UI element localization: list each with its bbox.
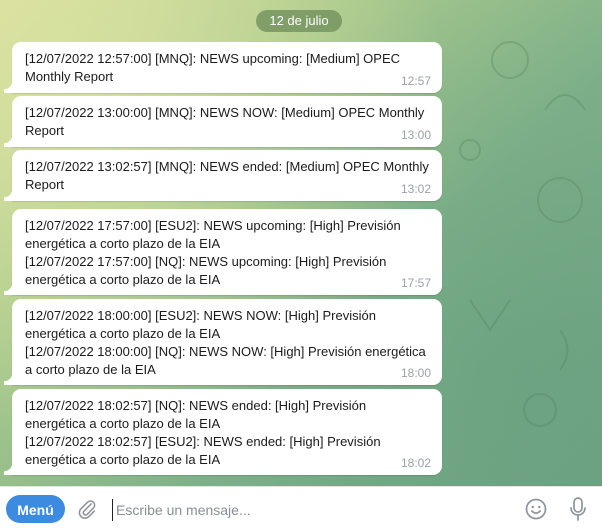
message-time: 13:00 <box>400 128 431 142</box>
menu-button[interactable]: Menú <box>6 495 65 523</box>
message-text: [12/07/2022 13:00:00] [MNQ]: NEWS NOW: [… <box>25 105 425 138</box>
message-text: [12/07/2022 17:57:00] [ESU2]: NEWS upcom… <box>25 218 401 251</box>
message-composer: Menú <box>0 486 602 531</box>
emoji-icon[interactable] <box>524 497 548 521</box>
message-text: [12/07/2022 18:00:00] [NQ]: NEWS NOW: [H… <box>25 344 426 377</box>
message-bubble[interactable]: [12/07/2022 13:00:00] [MNQ]: NEWS NOW: [… <box>4 96 442 147</box>
message-text: [12/07/2022 18:00:00] [ESU2]: NEWS NOW: … <box>25 308 376 341</box>
message-text: [12/07/2022 18:02:57] [NQ]: NEWS ended: … <box>25 398 367 431</box>
message-time: 13:02 <box>400 182 431 196</box>
message-text: [12/07/2022 18:02:57] [ESU2]: NEWS ended… <box>25 434 381 467</box>
message-time: 12:57 <box>400 74 431 88</box>
message-bubble[interactable]: [12/07/2022 18:00:00] [ESU2]: NEWS NOW: … <box>4 299 442 385</box>
message-time: 17:57 <box>400 276 431 290</box>
message-time: 18:00 <box>400 366 431 380</box>
message-bubble[interactable]: [12/07/2022 12:57:00] [MNQ]: NEWS upcomi… <box>4 42 442 93</box>
message-bubble[interactable]: [12/07/2022 18:02:57] [NQ]: NEWS ended: … <box>4 389 442 475</box>
date-separator: 12 de julio <box>256 10 342 32</box>
message-bubble[interactable]: [12/07/2022 13:02:57] [MNQ]: NEWS ended:… <box>4 150 442 201</box>
message-input[interactable] <box>112 499 508 521</box>
message-bubble[interactable]: [12/07/2022 17:57:00] [ESU2]: NEWS upcom… <box>4 209 442 295</box>
microphone-icon[interactable] <box>568 496 588 522</box>
chat-area: 12 de julio [12/07/2022 12:57:00] [MNQ]:… <box>0 0 602 486</box>
message-time: 18:02 <box>400 456 431 470</box>
paperclip-icon[interactable] <box>76 498 98 520</box>
message-text: [12/07/2022 13:02:57] [MNQ]: NEWS ended:… <box>25 159 429 192</box>
message-text: [12/07/2022 17:57:00] [NQ]: NEWS upcomin… <box>25 254 387 287</box>
message-text: [12/07/2022 12:57:00] [MNQ]: NEWS upcomi… <box>25 51 401 84</box>
